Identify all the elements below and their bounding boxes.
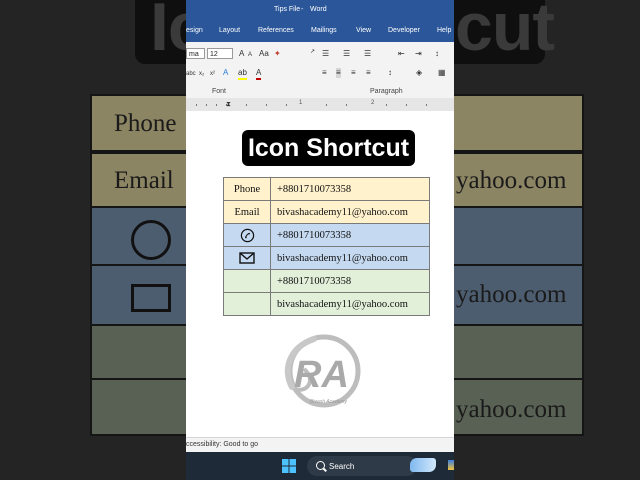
bg-envelope-icon — [131, 284, 171, 312]
bg-title-right: cut — [455, 0, 555, 65]
tab-developer[interactable]: Developer — [388, 27, 420, 34]
tab-help[interactable]: Help — [437, 27, 451, 34]
table-cell-value[interactable]: bivashacademy11@yahoo.com — [270, 292, 430, 316]
table-cell-label[interactable] — [223, 292, 271, 316]
font-name-box[interactable]: ma — [186, 48, 205, 59]
bg-email-tail: yahoo.com — [456, 396, 567, 423]
table-row: Phone +8801710073358 — [223, 177, 430, 201]
title-bar: Tips File - Word — [186, 0, 454, 20]
document-title: Tips File — [274, 6, 301, 13]
change-case-icon[interactable]: Aa — [259, 49, 269, 59]
svg-text:RA: RA — [294, 354, 349, 396]
text-effects-icon[interactable]: A — [223, 68, 228, 78]
numbering-icon[interactable]: ☰ — [343, 49, 350, 59]
windows-start-icon[interactable] — [282, 459, 296, 473]
table-cell-value[interactable]: +8801710073358 — [270, 269, 430, 293]
table-cell-value[interactable]: +8801710073358 — [270, 223, 430, 247]
phone-icon — [240, 228, 254, 242]
ribbon: ma 12 A A Aa ✦ abc x₂ x² A ab A Font ↗ ☰… — [186, 42, 454, 99]
document-page[interactable]: Icon Shortcut Phone +8801710073358 Email… — [186, 111, 454, 437]
status-bar: ccessibility: Good to go — [186, 437, 454, 452]
tab-design[interactable]: esign — [186, 27, 203, 34]
table-row: +8801710073358 — [223, 269, 430, 293]
table-cell-label[interactable]: Phone — [223, 177, 271, 201]
bg-email-tail: yahoo.com — [456, 167, 567, 194]
font-group-label: Font — [212, 88, 227, 95]
indent-marker-icon[interactable]: ⧗ — [226, 100, 231, 110]
ribbon-tabs: esign Layout References Mailings View De… — [186, 20, 454, 42]
taskbar: Search — [186, 452, 454, 480]
multilevel-list-icon[interactable]: ☰ — [364, 49, 371, 59]
table-cell-icon[interactable] — [223, 246, 271, 270]
table-row: +8801710073358 — [223, 223, 430, 247]
ruler-number: 2 — [371, 100, 375, 106]
table-row: Email bivashacademy11@yahoo.com — [223, 200, 430, 224]
bg-email-tail: yahoo.com — [456, 281, 567, 308]
shrink-font-icon[interactable]: A — [248, 50, 252, 60]
shading-icon[interactable]: ◈ — [416, 68, 422, 78]
svg-text:Bivash Academy: Bivash Academy — [310, 399, 348, 405]
strikethrough-icon[interactable]: abc — [186, 69, 196, 79]
paragraph-group-label: Paragraph — [370, 88, 403, 95]
line-spacing-icon[interactable]: ↕ — [388, 68, 392, 78]
superscript-icon[interactable]: x² — [210, 69, 215, 79]
ruler-number: 1 — [299, 100, 303, 106]
bg-email-label: Email — [114, 167, 174, 194]
justify-icon[interactable]: ≡ — [366, 68, 371, 78]
ruler: ⧗ 1 2 — [186, 98, 454, 112]
tab-layout[interactable]: Layout — [219, 27, 240, 34]
table-row: bivashacademy11@yahoo.com — [223, 292, 430, 316]
contact-table: Phone +8801710073358 Email bivashacademy… — [223, 177, 430, 316]
search-icon — [316, 461, 325, 470]
table-row: bivashacademy11@yahoo.com — [223, 246, 430, 270]
increase-indent-icon[interactable]: ⇥ — [415, 49, 422, 59]
font-size-box[interactable]: 12 — [207, 48, 233, 59]
taskbar-app-icon[interactable] — [448, 460, 454, 470]
table-cell-label[interactable] — [223, 269, 271, 293]
envelope-icon — [239, 252, 255, 264]
tab-mailings[interactable]: Mailings — [311, 27, 337, 34]
font-color-icon[interactable]: A — [256, 68, 262, 80]
borders-icon[interactable]: ▦ — [438, 68, 446, 78]
table-cell-label[interactable]: Email — [223, 200, 271, 224]
copilot-icon[interactable] — [410, 458, 436, 472]
align-center-icon[interactable]: ≡ — [336, 68, 341, 78]
table-cell-value[interactable]: +8801710073358 — [270, 177, 430, 201]
tab-references[interactable]: References — [258, 27, 294, 34]
search-label: Search — [329, 462, 355, 471]
decrease-indent-icon[interactable]: ⇤ — [398, 49, 405, 59]
align-right-icon[interactable]: ≡ — [351, 68, 356, 78]
app-name: Word — [310, 6, 327, 13]
taskbar-search[interactable]: Search — [307, 456, 417, 476]
align-left-icon[interactable]: ≡ — [322, 68, 327, 78]
table-cell-value[interactable]: bivashacademy11@yahoo.com — [270, 246, 430, 270]
sort-icon[interactable]: ↕ — [435, 49, 439, 59]
subscript-icon[interactable]: x₂ — [199, 69, 204, 79]
table-cell-value[interactable]: bivashacademy11@yahoo.com — [270, 200, 430, 224]
bullets-icon[interactable]: ☰ — [322, 49, 329, 59]
page-heading: Icon Shortcut — [242, 130, 415, 166]
tab-view[interactable]: View — [356, 27, 371, 34]
table-cell-icon[interactable] — [223, 223, 271, 247]
bg-phone-label: Phone — [114, 110, 177, 137]
clear-formatting-icon[interactable]: ✦ — [274, 49, 281, 59]
grow-font-icon[interactable]: A — [239, 49, 244, 59]
dialog-launcher-icon[interactable]: ↗ — [310, 47, 315, 57]
academy-logo: RA Bivash Academy — [284, 334, 361, 408]
highlight-icon[interactable]: ab — [238, 68, 247, 80]
accessibility-status[interactable]: ccessibility: Good to go — [186, 441, 258, 448]
word-window: Tips File - Word esign Layout References… — [186, 0, 454, 452]
bg-phone-icon — [131, 220, 171, 260]
